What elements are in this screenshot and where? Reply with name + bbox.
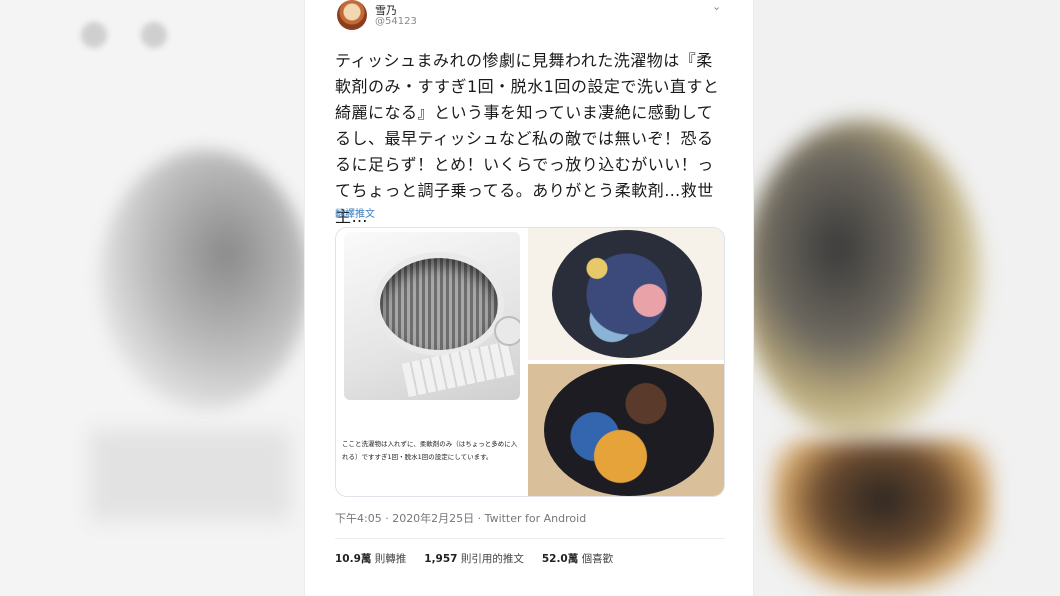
media-image-washer[interactable]: ここと洗濯物は入れずに、柔軟剤のみ（はちょっと多めに入れる）ですすぎ1回・脱水1…: [336, 228, 524, 496]
like-count: 52.0萬: [541, 553, 579, 565]
tweet-media[interactable]: ここと洗濯物は入れずに、柔軟剤のみ（はちょっと多めに入れる）ですすぎ1回・脱水1…: [335, 227, 725, 497]
laundry-photo: [552, 230, 702, 358]
media-caption: ここと洗濯物は入れずに、柔軟剤のみ（はちょっと多めに入れる）ですすぎ1回・脱水1…: [342, 440, 518, 461]
blurred-background-right: [752, 0, 1060, 596]
translate-link[interactable]: 翻譯推文: [335, 205, 375, 220]
laundry-photo: [544, 364, 714, 496]
like-stat[interactable]: 52.0萬 個喜歡: [542, 551, 613, 566]
blur-shape: [772, 440, 992, 590]
media-image-laundry-1[interactable]: [528, 228, 724, 360]
like-label: 個喜歡: [581, 553, 614, 565]
blur-shape: [70, 10, 190, 60]
retweet-count: 10.9萬: [335, 553, 372, 565]
washer-drum: [374, 252, 504, 356]
media-image-laundry-2[interactable]: [528, 364, 724, 496]
tweet-stats: 10.9萬 則轉推 1,957 則引用的推文 52.0萬 個喜歡: [335, 551, 613, 566]
quote-stat[interactable]: 1,957 則引用的推文: [424, 551, 524, 566]
blurred-background-left: [0, 0, 304, 596]
quote-label: 則引用的推文: [460, 553, 524, 565]
blur-shape: [100, 150, 304, 410]
chevron-down-icon[interactable]: ⌄: [712, 0, 721, 13]
blur-shape: [752, 120, 982, 440]
retweet-label: 則轉推: [374, 553, 407, 565]
washer-photo: [344, 232, 520, 400]
tweet-card: 雪乃 @54123 ⌄ ティッシュまみれの惨劇に見舞われた洗濯物は『柔軟剤のみ・…: [304, 0, 754, 596]
blur-shape: [90, 430, 290, 520]
avatar[interactable]: [337, 0, 367, 30]
retweet-stat[interactable]: 10.9萬 則轉推: [335, 551, 406, 566]
divider: [335, 538, 725, 539]
quote-count: 1,957: [424, 553, 458, 565]
washer-dial: [494, 316, 520, 346]
tweet-text: ティッシュまみれの惨劇に見舞われた洗濯物は『柔軟剤のみ・すすぎ1回・脱水1回の設…: [335, 51, 720, 226]
tweet-timestamp[interactable]: 下午4:05 · 2020年2月25日 · Twitter for Androi…: [335, 510, 586, 526]
user-handle[interactable]: @54123: [375, 16, 417, 27]
